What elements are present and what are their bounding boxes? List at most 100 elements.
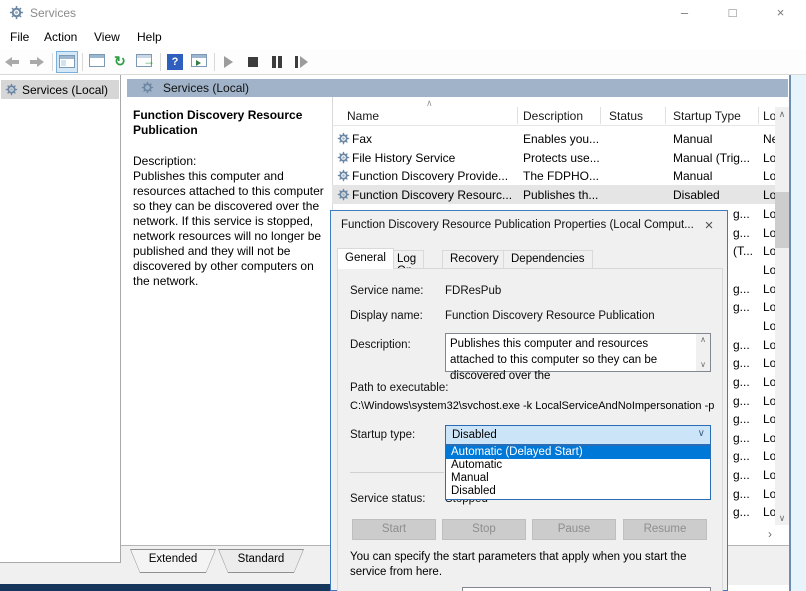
service-gear-icon (337, 169, 350, 182)
menu-file[interactable]: File (6, 28, 33, 48)
pause-service-button[interactable] (266, 51, 288, 73)
table-row[interactable]: Function Discovery Resourc...Publishes t… (332, 185, 775, 204)
column-header-startup-type[interactable]: Startup Type (673, 109, 741, 123)
title-bar: Services – □ × (0, 0, 806, 26)
cell-startup-tail: g... (733, 300, 750, 314)
refresh-button[interactable]: ↻ (110, 51, 132, 73)
pause-button[interactable]: Pause (532, 519, 616, 540)
cell-startup-tail: g... (733, 449, 750, 463)
tab-general[interactable]: General (337, 248, 394, 269)
startup-type-combobox[interactable]: Disabled ∨ (445, 425, 711, 445)
column-header-name[interactable]: Name (347, 109, 379, 123)
chevron-down-icon: ∨ (698, 428, 705, 439)
service-name-value: FDResPub (445, 285, 501, 297)
service-gear-icon (337, 151, 350, 164)
description-textarea[interactable]: Publishes this computer and resources at… (445, 333, 711, 372)
cell-startup: Manual (Trig... (673, 151, 757, 165)
help-button[interactable]: ? (164, 51, 186, 73)
stop-service-icon (248, 57, 258, 67)
cell-startup-tail: g... (733, 394, 750, 408)
tab-dependencies[interactable]: Dependencies (503, 250, 593, 269)
start-parameters-input[interactable] (462, 587, 711, 591)
stop-button[interactable]: Stop (442, 519, 526, 540)
export-arrow-icon: → (143, 54, 155, 68)
desc-scroll-up-icon[interactable]: ∧ (696, 334, 710, 346)
start-service-button[interactable] (218, 51, 240, 73)
services-node-icon (5, 83, 18, 96)
show-action-pane-button[interactable] (188, 51, 210, 73)
desc-scroll-down-icon[interactable]: ∨ (696, 359, 710, 371)
column-header-description[interactable]: Description (523, 109, 583, 123)
path-label: Path to executable: (350, 382, 448, 394)
stop-service-button[interactable] (242, 51, 264, 73)
scroll-down-icon[interactable]: ∨ (775, 511, 789, 525)
table-row[interactable]: FaxEnables you...ManualNet (332, 129, 775, 148)
extended-description-label: Description: (133, 154, 327, 169)
services-window: Services – □ × File Action View Help (0, 0, 806, 591)
dropdown-option[interactable]: Automatic (Delayed Start) (446, 446, 710, 459)
start-button[interactable]: Start (352, 519, 436, 540)
menu-view[interactable]: View (90, 28, 124, 48)
extended-service-title: Function Discovery Resource Publication (133, 108, 327, 138)
dropdown-option[interactable]: Manual (446, 472, 710, 485)
close-button[interactable]: × (758, 0, 803, 26)
console-tree-panel: Services (Local) (0, 75, 121, 563)
window-bottom-edge (0, 584, 337, 591)
pane-header-icon (141, 81, 154, 94)
menu-action[interactable]: Action (40, 28, 81, 48)
cell-startup: Manual (673, 132, 757, 146)
scroll-right-icon[interactable]: › (762, 527, 778, 542)
path-value: C:\Windows\system32\svchost.exe -k Local… (350, 400, 714, 412)
cell-startup-tail: g... (733, 412, 750, 426)
minimize-button[interactable]: – (662, 0, 707, 26)
dropdown-option[interactable]: Disabled (446, 485, 710, 498)
back-button[interactable] (3, 51, 25, 73)
column-header-status[interactable]: Status (609, 109, 643, 123)
menu-help[interactable]: Help (133, 28, 166, 48)
services-app-icon (9, 5, 24, 20)
show-console-tree-button[interactable] (56, 51, 78, 73)
table-row[interactable]: Function Discovery Provide...The FDPHO..… (332, 166, 775, 185)
table-row[interactable]: File History Service Protects use... Manua… (332, 148, 775, 167)
startup-type-dropdown: Automatic (Delayed Start)AutomaticManual… (445, 445, 711, 500)
cell-startup-tail: g... (733, 487, 750, 501)
dropdown-option[interactable]: Automatic (446, 459, 710, 472)
maximize-button[interactable]: □ (710, 0, 755, 26)
cell-startup-tail: g... (733, 468, 750, 482)
cell-name: File History Service (352, 151, 516, 165)
forward-button[interactable] (27, 51, 49, 73)
export-list-button[interactable]: → (134, 51, 156, 73)
cell-startup-tail: g... (733, 207, 750, 221)
tree-item-services-local[interactable]: Services (Local) (1, 80, 119, 99)
tab-standard[interactable]: Standard (218, 549, 304, 573)
pane-header-label: Services (Local) (163, 81, 249, 95)
dialog-close-icon[interactable]: × (699, 216, 719, 236)
service-gear-icon (337, 188, 350, 201)
tab-log-on[interactable]: Log On (389, 250, 424, 269)
tree-item-label: Services (Local) (22, 83, 108, 97)
cell-desc: Protects use... (523, 151, 607, 165)
properties-icon (89, 54, 105, 67)
refresh-icon: ↻ (114, 53, 126, 70)
cell-startup-tail: g... (733, 375, 750, 389)
resume-button[interactable]: Resume (623, 519, 707, 540)
description-label: Description: (350, 339, 411, 351)
cell-name: Function Discovery Provide... (352, 169, 516, 183)
vertical-scrollbar[interactable]: ∧ ∨ (775, 107, 789, 525)
scrollbar-thumb[interactable] (775, 192, 789, 248)
tab-extended[interactable]: Extended (130, 549, 216, 573)
console-tree-icon (59, 55, 75, 68)
restart-service-button[interactable] (290, 51, 312, 73)
startup-type-label: Startup type: (350, 429, 415, 441)
cell-desc: Publishes th... (523, 188, 607, 202)
section-separator (350, 472, 444, 473)
description-scrollbar[interactable]: ∧ ∨ (696, 334, 710, 371)
restart-service-icon (295, 56, 298, 68)
cell-name: Fax (352, 132, 516, 146)
properties-button[interactable] (86, 51, 108, 73)
tab-recovery[interactable]: Recovery (442, 250, 507, 269)
cell-log: Loc (763, 151, 775, 165)
cell-startup-tail: g... (733, 356, 750, 370)
list-header: ∧ Name Description Status Startup Type L… (332, 105, 789, 126)
scroll-up-icon[interactable]: ∧ (775, 107, 789, 121)
